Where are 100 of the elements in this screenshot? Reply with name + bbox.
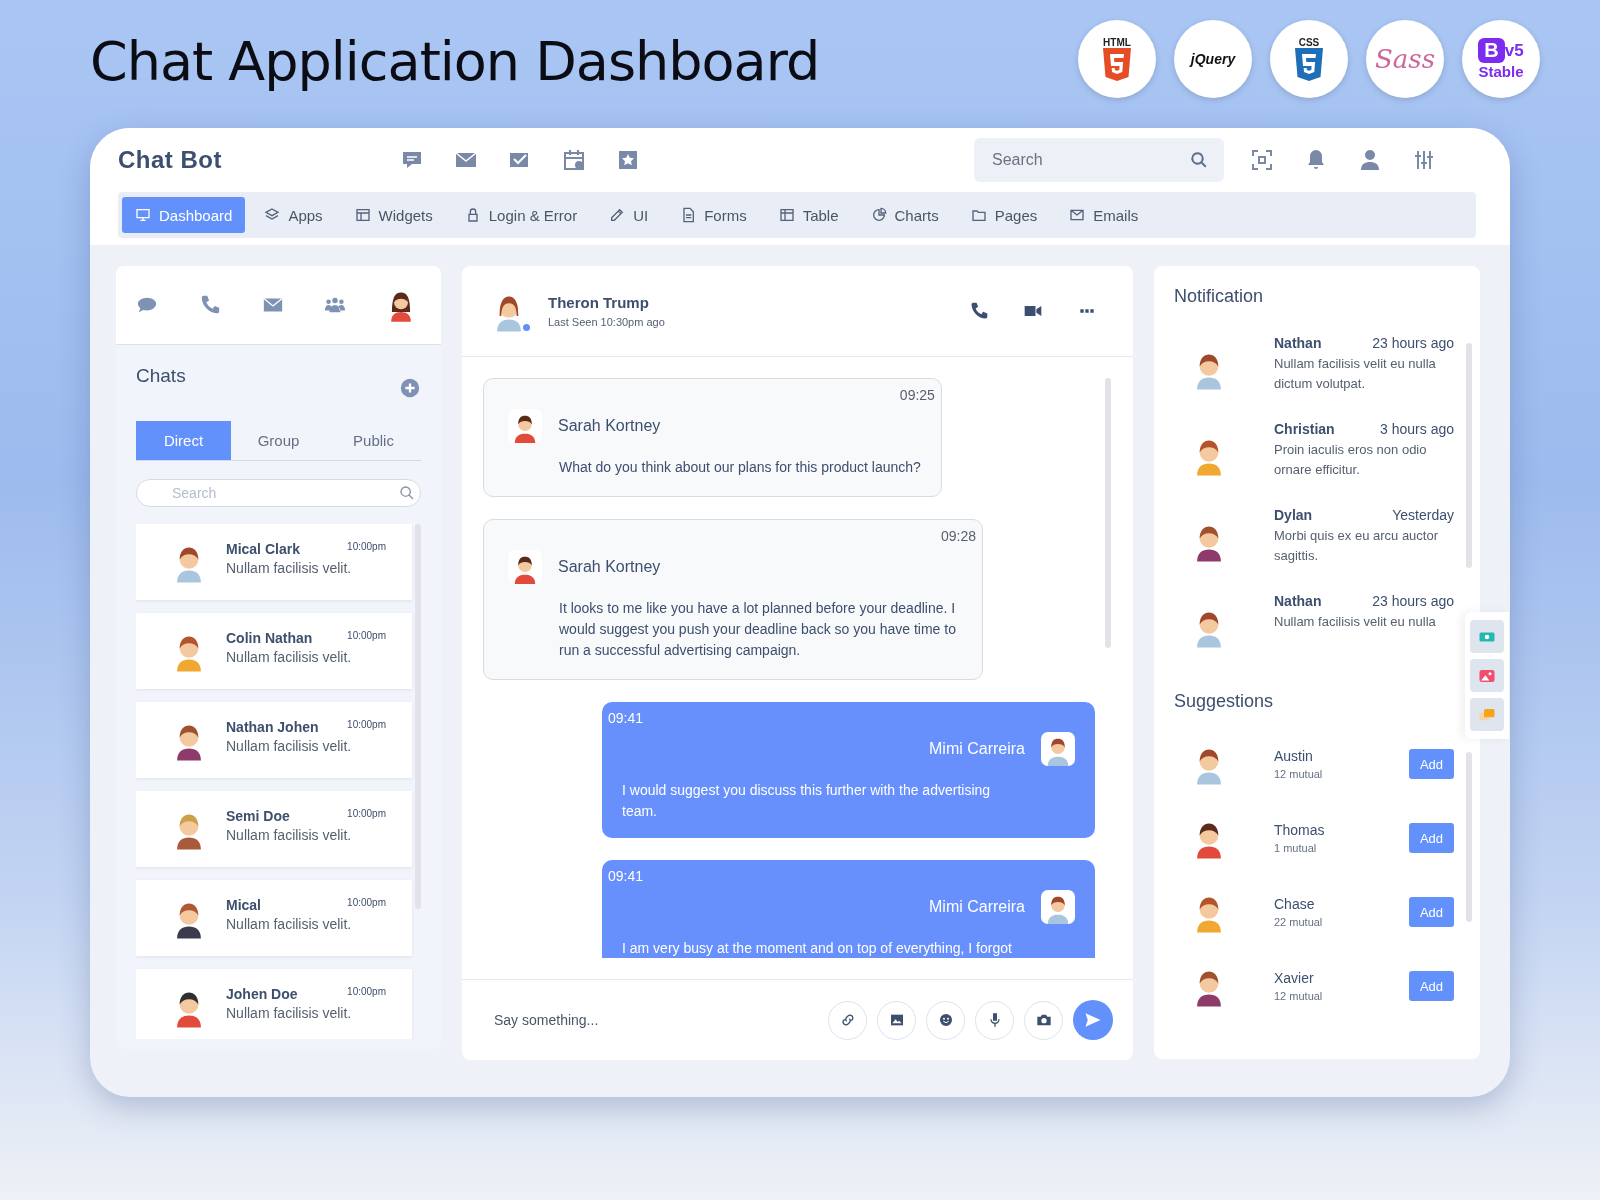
notification-text: Nullam facilisis velit eu nulla: [1274, 613, 1437, 631]
message-time: 10:00pm: [347, 986, 386, 999]
toolbar-button[interactable]: [1470, 659, 1504, 692]
message-text: It looks to me like you have a lot planned before your deadline. I would suggest you push your deadline back so you have time to run a successful advertising campaign.: [559, 599, 957, 660]
logo-badge: B v5 Stable: [1462, 20, 1540, 98]
sender-name: Dylan: [1274, 507, 1313, 523]
pie-chart-icon: [870, 207, 887, 223]
notification-text: Proin iaculis eros non odio ornare efficitur.: [1274, 441, 1428, 479]
add-icon[interactable]: [399, 377, 421, 399]
sender-name: Nathan: [1274, 593, 1322, 609]
section-title: Notification: [1174, 286, 1265, 307]
pencil-icon: [609, 207, 626, 223]
sender-name: Sarah Kortney: [558, 558, 661, 576]
smiley-icon: [937, 1012, 954, 1028]
notification-text: Morbi quis ex eu arcu auctor sagittis.: [1274, 527, 1440, 565]
envelope-icon: [1069, 207, 1086, 223]
nav-tab[interactable]: Widgets: [341, 197, 446, 233]
contact-name: Mical Clark: [226, 541, 300, 557]
chat-item[interactable]: Mical Clark 10:00pm Nullam facilisis velit.: [136, 524, 412, 600]
nav-tab[interactable]: Apps: [251, 197, 336, 233]
section-title: Chats: [136, 365, 186, 388]
mutual-count: 12 mutual: [1274, 768, 1324, 780]
sender-name: Mimi Carreira: [929, 740, 1025, 758]
camera-button[interactable]: [1024, 1000, 1063, 1040]
logo-badge: HTML: [1078, 20, 1156, 98]
chat-item[interactable]: Colin Nathan 10:00pm Nullam facilisis velit.: [136, 613, 412, 689]
scrollbar[interactable]: [1466, 752, 1472, 922]
chat-tab[interactable]: Group: [231, 421, 326, 460]
calendar-icon[interactable]: [562, 148, 586, 172]
nav-tab[interactable]: Pages: [957, 197, 1051, 233]
brand-name: Chat Bot: [118, 146, 223, 174]
scrollbar[interactable]: [1466, 343, 1472, 568]
message-text: What do you think about our plans for this product launch?: [559, 458, 921, 477]
send-icon: [1084, 1011, 1102, 1029]
sender-name: Mimi Carreira: [929, 898, 1025, 916]
folder-icon: [970, 207, 987, 223]
chat-tab[interactable]: Public: [326, 421, 421, 460]
logo-badge: jQuery: [1174, 20, 1252, 98]
chat-item[interactable]: Johen Doe 10:00pm Nullam facilisis velit.: [136, 969, 412, 1039]
search-field[interactable]: Search: [136, 479, 421, 507]
mutual-count: 22 mutual: [1274, 916, 1324, 928]
section-title: Suggestions: [1174, 691, 1275, 712]
scrollbar[interactable]: [1105, 378, 1111, 648]
message-preview: Nullam facilisis velit.: [226, 1005, 353, 1021]
user-icon[interactable]: [1358, 148, 1382, 172]
search-field[interactable]: Search: [974, 138, 1224, 182]
settings-icon[interactable]: [1412, 148, 1436, 172]
avatar: [508, 550, 542, 584]
send-button[interactable]: [1073, 1000, 1113, 1040]
message-time: 10:00pm: [347, 630, 386, 643]
notification-text: Nullam facilisis velit eu nulla dictum volutpat.: [1274, 355, 1437, 393]
fullscreen-icon[interactable]: [1250, 148, 1274, 172]
sender-name: Christian: [1274, 421, 1335, 437]
person-name: Xavier: [1274, 970, 1315, 986]
emoji-button[interactable]: [926, 1000, 965, 1040]
voice-button[interactable]: [975, 1000, 1014, 1040]
search-icon[interactable]: [399, 485, 415, 501]
nav-tab[interactable]: Table: [765, 197, 852, 233]
monitor-icon: [135, 207, 151, 223]
phone-icon[interactable]: [969, 301, 989, 321]
attach-button[interactable]: [828, 1000, 867, 1040]
mutual-count: 12 mutual: [1274, 990, 1324, 1002]
message-preview: Nullam facilisis velit.: [226, 738, 353, 754]
person-name: Chase: [1274, 896, 1316, 912]
message-time: 09:41: [608, 710, 644, 726]
nav-tab[interactable]: Emails: [1056, 197, 1152, 233]
avatar: [508, 409, 542, 443]
search-icon[interactable]: [1190, 151, 1208, 169]
avatar: [1041, 890, 1075, 924]
person-name: Austin: [1274, 748, 1314, 764]
contact-name: Mical: [226, 897, 261, 913]
person-name: Thomas: [1274, 822, 1326, 838]
chat-item[interactable]: Nathan Johen 10:00pm Nullam facilisis velit.: [136, 702, 412, 778]
message-preview: Nullam facilisis velit.: [226, 560, 353, 576]
last-seen: Last Seen 10:30pm ago: [548, 316, 665, 328]
contact-name: Semi Doe: [226, 808, 290, 824]
chat-item[interactable]: Mical 10:00pm Nullam facilisis velit.: [136, 880, 412, 956]
message-time: 10:00pm: [347, 897, 386, 910]
contact-name: Nathan Johen: [226, 719, 319, 735]
nav-tab[interactable]: UI: [596, 197, 662, 233]
message-time: 10:00pm: [347, 719, 386, 732]
camera-icon: [1035, 1012, 1052, 1028]
image-icon: [888, 1012, 905, 1028]
notification-time: Yesterday: [1392, 507, 1454, 523]
link-icon: [839, 1012, 856, 1028]
message-time: 10:00pm: [347, 541, 386, 554]
chat-item[interactable]: Semi Doe 10:00pm Nullam facilisis velit.: [136, 791, 412, 867]
toolbar-button[interactable]: [1470, 620, 1504, 653]
logo-badge: CSS: [1270, 20, 1348, 98]
message-text: I would suggest you discuss this further with the advertising team.: [622, 781, 992, 821]
nav-tab[interactable]: Login & Error: [451, 197, 591, 233]
nav-tab[interactable]: Forms: [667, 197, 760, 233]
image-button[interactable]: [877, 1000, 916, 1040]
notification-time: 23 hours ago: [1372, 335, 1454, 351]
table-icon: [778, 207, 795, 223]
message-text: I am very busy at the moment and on top of everything, I forgot: [622, 939, 1013, 958]
document-icon: [680, 207, 697, 223]
nav-tab[interactable]: Charts: [857, 197, 952, 233]
page-title: Chat Application Dashboard: [90, 29, 820, 93]
message-time: 10:00pm: [347, 808, 386, 821]
